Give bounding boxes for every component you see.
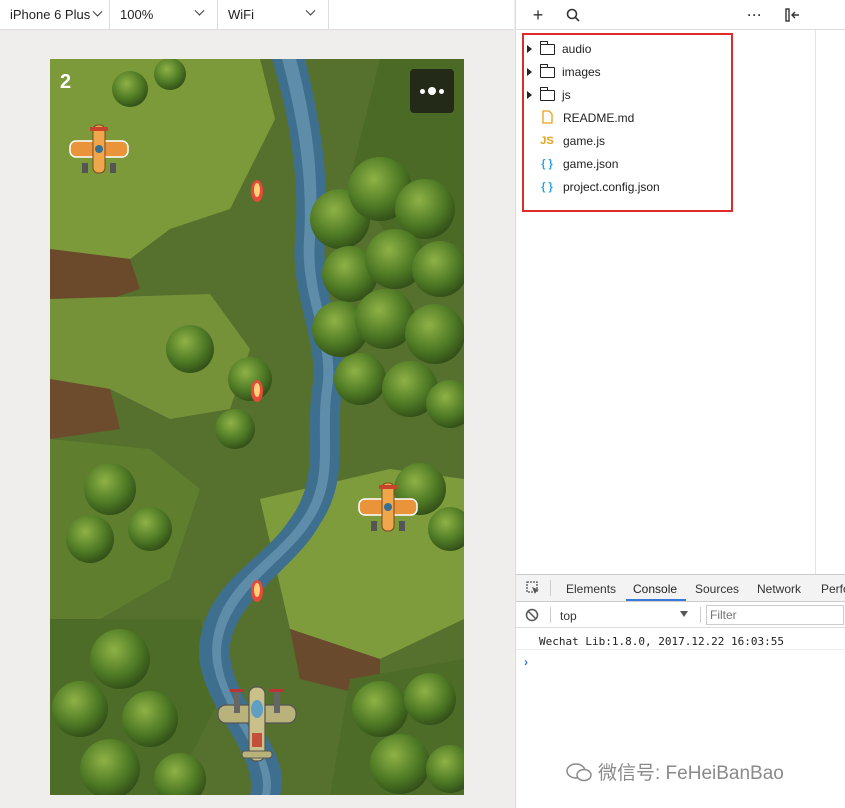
capsule-menu-button[interactable] <box>410 69 454 113</box>
tree-item-label: audio <box>562 42 592 56</box>
clear-console-icon[interactable] <box>525 608 539 625</box>
console-filter-bar: top <box>516 602 845 628</box>
tree-file-game-js[interactable]: JS game.js <box>527 131 605 151</box>
filter-divider <box>550 607 551 623</box>
js-file-icon: JS <box>540 135 554 147</box>
tab-network[interactable]: Network <box>757 582 801 596</box>
chevron-down-icon[interactable] <box>680 611 688 617</box>
tab-elements[interactable]: Elements <box>566 582 616 596</box>
expand-arrow-icon[interactable] <box>527 68 532 76</box>
json-file-icon: { } <box>541 181 553 193</box>
bullet-icon <box>251 580 263 602</box>
file-panel-toolbar: + ··· <box>515 0 845 30</box>
editor-gutter <box>815 30 845 574</box>
simulator-toolbar: iPhone 6 Plus 100% WiFi <box>0 0 514 30</box>
tree-item-label: project.config.json <box>563 180 660 194</box>
zoom-select-label: 100% <box>120 7 154 22</box>
active-tab-indicator <box>626 599 686 601</box>
console-prompt-icon[interactable]: › <box>524 655 528 669</box>
more-icon[interactable]: ··· <box>746 6 764 24</box>
chevron-down-icon <box>305 5 316 16</box>
tree-file-game-json[interactable]: { } game.json <box>527 154 618 174</box>
tree-file-readme[interactable]: README.md <box>527 108 634 128</box>
device-select[interactable]: iPhone 6 Plus <box>0 0 110 29</box>
tree-folder-js[interactable]: js <box>527 85 571 105</box>
tree-item-label: js <box>562 88 571 102</box>
enemy-plane-icon <box>69 124 129 174</box>
chevron-down-icon <box>194 5 205 16</box>
menu-dot-icon <box>428 87 436 95</box>
console-filter-input[interactable] <box>706 605 844 625</box>
inspect-element-icon[interactable] <box>526 581 540 598</box>
tree-item-label: game.json <box>563 157 619 171</box>
score-text: 2 <box>60 71 72 93</box>
enemy-plane-icon <box>358 482 418 532</box>
bullet-icon <box>251 180 263 202</box>
tree-folder-audio[interactable]: audio <box>527 39 591 59</box>
filter-divider <box>700 607 701 623</box>
menu-dot-icon <box>420 88 425 94</box>
json-file-icon: { } <box>541 158 553 170</box>
watermark-text: 微信号: FeHeiBanBao <box>598 763 784 784</box>
network-select-label: WiFi <box>228 7 254 22</box>
tab-sources[interactable]: Sources <box>695 582 739 596</box>
folder-icon <box>540 86 555 101</box>
console-divider <box>516 649 845 650</box>
tab-console[interactable]: Console <box>633 582 677 596</box>
tree-item-label: images <box>562 65 601 79</box>
expand-arrow-icon[interactable] <box>527 91 532 99</box>
collapse-panel-icon[interactable] <box>784 6 802 24</box>
search-icon[interactable] <box>564 6 582 24</box>
device-select-label: iPhone 6 Plus <box>10 7 91 22</box>
console-log-line: Wechat Lib:1.8.0, 2017.12.22 16:03:55 <box>539 635 785 648</box>
tree-item-label: README.md <box>563 111 635 125</box>
zoom-select[interactable]: 100% <box>110 0 218 29</box>
menu-dot-icon <box>439 88 444 94</box>
wechat-logo-icon <box>566 762 592 781</box>
context-select[interactable]: top <box>560 609 577 623</box>
tree-file-project-config[interactable]: { } project.config.json <box>527 177 660 197</box>
watermark: 微信号: FeHeiBanBao <box>566 758 784 785</box>
bullet-icon <box>251 380 263 402</box>
markdown-file-icon <box>540 109 554 127</box>
folder-icon <box>540 40 555 55</box>
devtools-tab-bar: Elements Console Sources Network Perfo <box>516 575 845 602</box>
chevron-down-icon <box>92 6 103 17</box>
tree-folder-images[interactable]: images <box>527 62 601 82</box>
tab-performance[interactable]: Perfo <box>821 582 845 596</box>
tab-divider <box>550 580 551 596</box>
expand-arrow-icon[interactable] <box>527 45 532 53</box>
tree-item-label: game.js <box>563 134 606 148</box>
player-plane-icon[interactable] <box>216 683 298 767</box>
game-canvas[interactable]: 2 <box>50 59 464 795</box>
folder-icon <box>540 63 555 78</box>
add-icon[interactable]: + <box>529 5 547 25</box>
network-select[interactable]: WiFi <box>218 0 329 29</box>
